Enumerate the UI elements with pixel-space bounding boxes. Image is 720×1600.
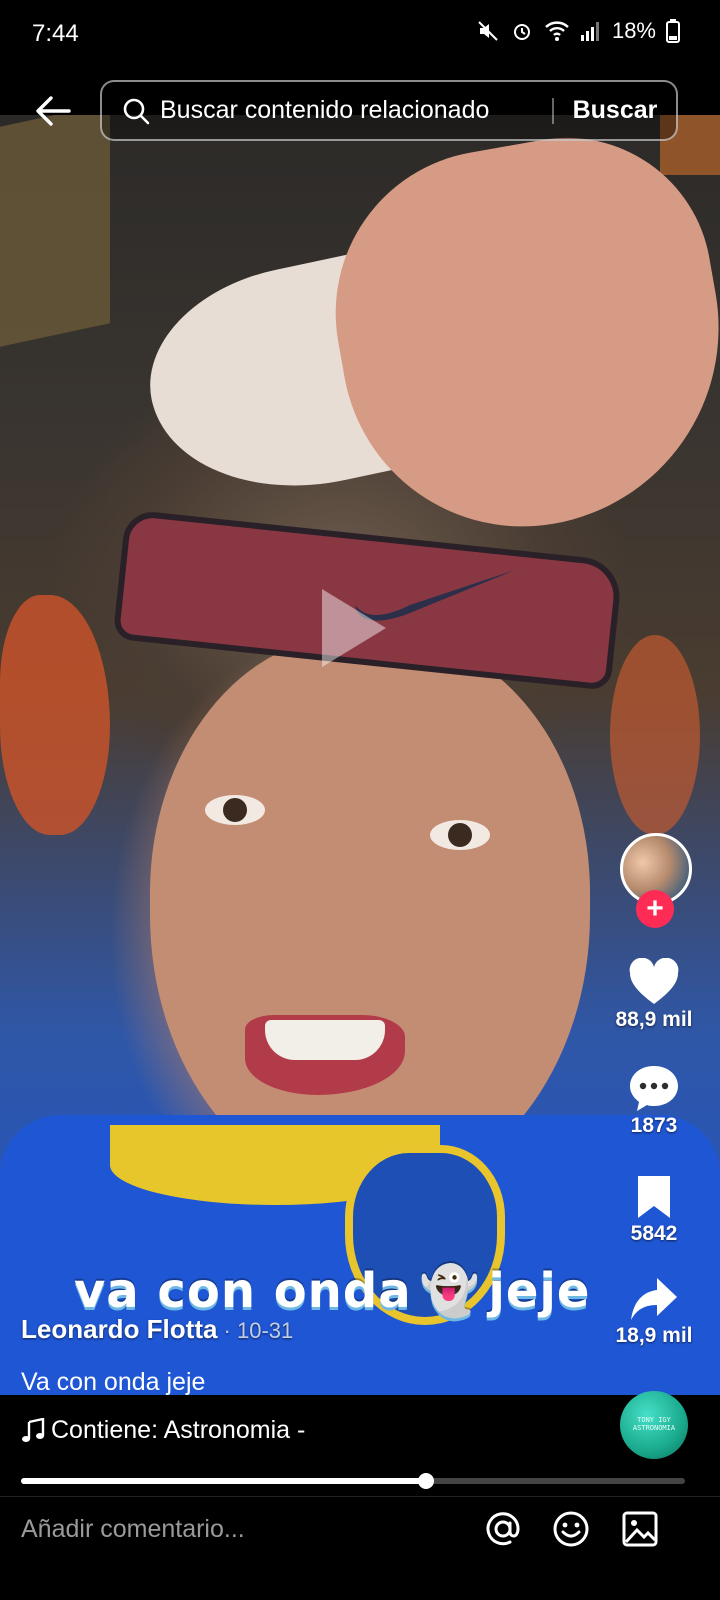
- comment-count: 1873: [630, 1114, 678, 1137]
- overlay-text-left: va con onda: [74, 1263, 412, 1319]
- image-icon: [622, 1511, 658, 1547]
- smiley-icon: [553, 1511, 589, 1547]
- follow-plus-icon[interactable]: +: [636, 890, 674, 928]
- status-time: 7:44: [32, 20, 79, 47]
- comment-input[interactable]: Añadir comentario...: [21, 1515, 245, 1544]
- back-arrow-icon: [36, 96, 71, 126]
- progress-handle[interactable]: [418, 1473, 435, 1489]
- music-row[interactable]: Contiene: Astronomia -: [21, 1416, 305, 1445]
- music-disc-label: TONY IGY ASTRONOMIA: [632, 1416, 676, 1432]
- music-note-icon: [22, 1417, 45, 1442]
- emoji-button[interactable]: [550, 1508, 592, 1550]
- like-count: 88,9 mil: [615, 1008, 693, 1031]
- alarm-icon: [513, 24, 530, 40]
- hair-right: [610, 635, 700, 835]
- search-bar[interactable]: Buscar contenido relacionado Buscar: [100, 80, 678, 141]
- hand: [309, 115, 720, 556]
- comment-bubble-icon: [630, 1066, 678, 1111]
- divider: [0, 1496, 720, 1497]
- mention-button[interactable]: [482, 1508, 524, 1550]
- search-input[interactable]: Buscar contenido relacionado: [160, 96, 552, 125]
- face: [150, 635, 590, 1195]
- image-button[interactable]: [619, 1508, 661, 1550]
- music-title[interactable]: Contiene: Astronomia -: [51, 1416, 305, 1445]
- play-icon[interactable]: [318, 585, 390, 671]
- share-button[interactable]: 18,9 mil: [604, 1276, 704, 1348]
- battery-percent: 18%: [611, 18, 656, 43]
- save-button[interactable]: 5842: [604, 1174, 704, 1246]
- search-icon: [123, 98, 150, 124]
- overlay-text-right: jeje: [488, 1263, 591, 1319]
- at-sign-icon: [486, 1512, 520, 1546]
- music-disc[interactable]: TONY IGY ASTRONOMIA: [620, 1391, 688, 1459]
- teeth: [265, 1020, 385, 1060]
- hair-left: [0, 595, 110, 835]
- video-overlay-caption: va con onda 👻 jeje: [74, 1262, 590, 1319]
- search-button[interactable]: Buscar: [554, 96, 676, 125]
- share-arrow-icon: [631, 1278, 677, 1320]
- like-button[interactable]: 88,9 mil: [604, 958, 704, 1032]
- status-icons: 18%: [476, 18, 680, 44]
- background-wall: [0, 115, 110, 347]
- author-row[interactable]: Leonardo Flotta · 10-31: [21, 1314, 293, 1345]
- right-eye: [430, 820, 490, 850]
- bookmark-icon: [638, 1176, 670, 1218]
- progress-bar[interactable]: [21, 1473, 685, 1489]
- progress-fill: [21, 1478, 427, 1484]
- author-name[interactable]: Leonardo Flotta: [21, 1314, 217, 1344]
- status-bar: 7:44 18%: [0, 0, 720, 70]
- wifi-icon: [545, 21, 569, 41]
- battery-icon: [666, 19, 680, 43]
- signal-icon: [580, 22, 599, 41]
- mute-icon: [478, 21, 498, 41]
- comment-button[interactable]: 1873: [604, 1064, 704, 1138]
- heart-icon: [629, 958, 679, 1004]
- post-date: · 10-31: [217, 1318, 294, 1343]
- video-description[interactable]: Va con onda jeje: [21, 1368, 205, 1397]
- back-button[interactable]: [30, 88, 76, 134]
- share-count: 18,9 mil: [615, 1324, 693, 1347]
- left-eye: [205, 795, 265, 825]
- ghost-icon: 👻: [419, 1263, 481, 1319]
- save-count: 5842: [630, 1222, 678, 1245]
